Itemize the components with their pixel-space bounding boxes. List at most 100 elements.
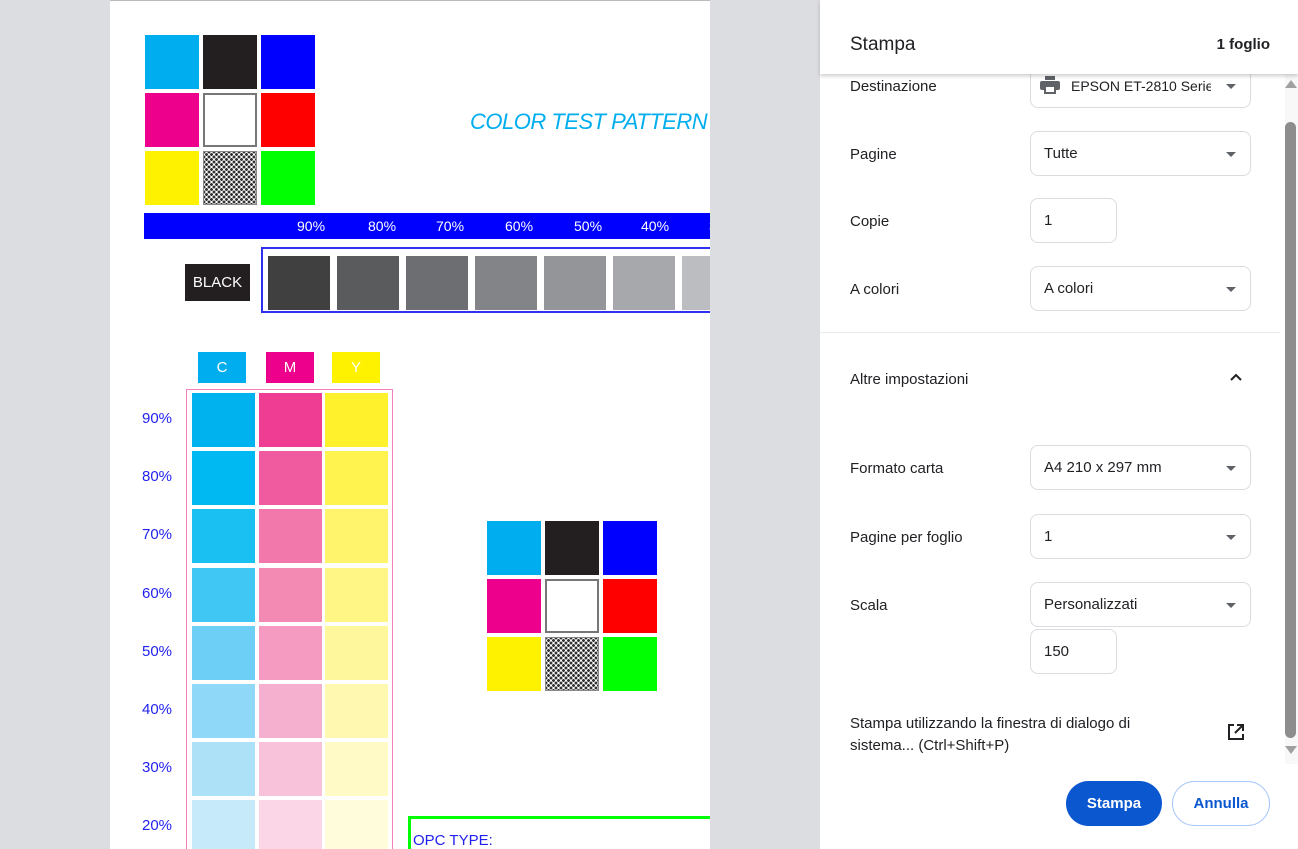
cmy-step [192,625,255,680]
gray-steps [261,247,710,313]
chevron-down-icon [1226,152,1236,157]
sheet-count: 1 foglio [1216,36,1270,53]
chevron-down-icon [1226,535,1236,540]
print-settings-panel: Stampa 1 foglio Destinazione EPSON ET-28… [820,0,1298,849]
system-dialog-link[interactable]: Stampa utilizzando la finestra di dialog… [850,713,1180,757]
chevron-down-icon [1226,287,1236,292]
pages-value: Tutte [1044,145,1078,162]
color-swatch [545,521,599,575]
gray-step [475,256,537,310]
copies-label: Copie [850,213,890,230]
cmy-step [325,393,388,447]
color-swatch [203,35,257,89]
cmy-step [325,684,388,738]
cmy-step [192,742,255,797]
cmy-step [325,742,388,797]
gray-step [406,256,468,310]
color-swatch [261,93,315,147]
cmy-step [192,451,255,506]
chevron-down-icon [1226,466,1236,471]
color-swatch [145,93,199,147]
pages-select[interactable]: Tutte [1030,131,1251,176]
gray-step [337,256,399,310]
row-label: 20% [142,817,173,835]
color-swatch [487,521,541,575]
cmy-step [259,451,322,506]
destination-value: EPSON ET-2810 Serie [1071,77,1211,94]
gray-step [268,256,330,310]
cmy-step [259,625,322,680]
row-label: 40% [142,701,173,718]
color-swatch [145,151,199,205]
row-label: 30% [142,759,173,777]
color-value: A colori [1044,280,1094,297]
black-label: BLACK [185,264,250,301]
pattern-title: COLOR TEST PATTERN [470,109,708,134]
color-swatch [603,521,657,575]
percent-label: 40% [641,218,670,234]
cmy-step [325,800,388,849]
cmy-step [325,567,388,622]
scale-label: Scala [850,597,888,614]
row-label: 70% [142,526,173,544]
row-label: 90% [142,410,173,427]
print-preview-page: COLOR TEST PATTERN 90% 80% 70% 60% 50% 40% 30%… [110,0,710,849]
cmy-header-m: M [266,352,314,383]
percent-label: 90% [297,218,326,234]
color-swatch [545,637,599,691]
paper-size-select[interactable]: A4 210 x 297 mm [1030,445,1251,490]
chevron-up-icon[interactable] [1229,372,1243,382]
print-button[interactable]: Stampa [1066,781,1162,826]
color-label: A colori [850,281,900,298]
opc-label: OPC TYPE: [413,832,493,849]
more-settings-toggle[interactable]: Altre impostazioni [850,371,968,388]
cmy-step [259,393,322,447]
color-swatch [261,151,315,205]
color-swatch [603,579,657,633]
cmy-step [259,800,322,849]
printer-icon [1040,76,1060,94]
opc-box: OPC TYPE: [408,816,710,849]
cmy-step [259,742,322,797]
color-swatch [203,151,257,205]
scroll-up-icon[interactable] [1285,80,1297,88]
color-swatch [487,637,541,691]
cmy-step [192,509,255,564]
cmy-header-y: Y [332,352,380,383]
gray-step [613,256,675,310]
cmy-step [192,684,255,738]
scrollbar-thumb[interactable] [1285,122,1296,738]
open-external-icon[interactable] [1227,723,1245,741]
pages-per-sheet-select[interactable]: 1 [1030,514,1251,559]
row-label: 60% [142,584,173,602]
gray-step [544,256,606,310]
cmy-step [325,451,388,506]
pages-per-sheet-value: 1 [1044,528,1053,545]
percent-label: 70% [436,218,465,234]
color-select[interactable]: A colori [1030,266,1251,311]
cmy-step [259,684,322,738]
row-label: 80% [142,468,173,486]
color-swatch [145,35,199,89]
cmy-step [259,567,322,622]
scale-value: Personalizzati [1044,596,1138,613]
color-swatch [545,579,599,633]
chevron-down-icon [1226,603,1236,608]
percent-label: 30% [709,218,710,234]
cancel-button[interactable]: Annulla [1172,781,1270,826]
pages-label: Pagine [850,146,897,163]
copies-input[interactable]: 1 [1030,198,1117,243]
color-swatch [603,637,657,691]
chevron-down-icon [1226,84,1236,89]
paper-size-label: Formato carta [850,460,944,477]
percent-label: 50% [574,218,603,234]
paper-size-value: A4 210 x 297 mm [1044,459,1162,476]
scale-input[interactable]: 150 [1030,629,1117,674]
divider [820,332,1280,333]
panel-title: Stampa [850,34,916,55]
scale-select[interactable]: Personalizzati [1030,582,1251,627]
color-swatch [487,579,541,633]
cmy-step [259,509,322,564]
panel-header: Stampa 1 foglio [820,0,1298,74]
scroll-down-icon[interactable] [1285,746,1297,754]
